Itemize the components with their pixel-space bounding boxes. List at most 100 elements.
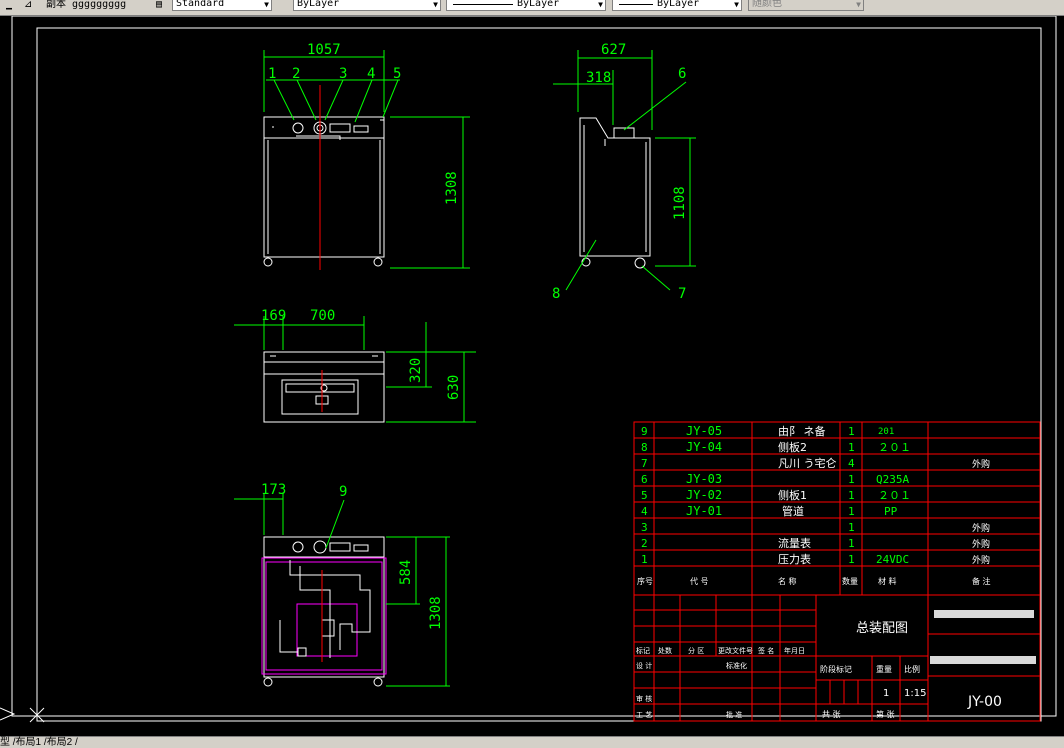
plotstyle-dropdown[interactable]: 随颜色 ▼: [748, 0, 864, 11]
text-style-dropdown[interactable]: Standard ▼: [172, 0, 272, 11]
balloon-2: 2: [292, 66, 300, 82]
chevron-down-icon: ▼: [856, 0, 861, 9]
plotstyle-value: 随颜色: [752, 0, 782, 9]
tb-stage-mark: 阶段标记: [820, 664, 852, 674]
bom-code: JY-02: [686, 488, 722, 502]
bom-code: JY-05: [686, 424, 722, 438]
bom-code: JY-01: [686, 504, 722, 518]
bom-material: ２０１: [878, 489, 911, 502]
bom-qty: 1: [848, 553, 855, 566]
tb-weight: 重量: [876, 664, 892, 674]
bom-name: 流量表: [778, 536, 811, 550]
bom-code: JY-03: [686, 472, 722, 486]
bom-rows: 9 JY-05 由阝 ネ备 1 201 8 JY-04 侧板2 1 ２０１ 7 …: [641, 424, 990, 566]
chevron-down-icon: ▼: [264, 0, 269, 9]
chevron-down-icon: ▼: [598, 0, 603, 9]
drawing-canvas[interactable]: 1057 1308 1 2 3 4 5 627 318 1108 6 8 7 1…: [0, 16, 1064, 736]
balloon-6: 6: [678, 66, 686, 82]
bom-qty: 1: [848, 425, 855, 438]
bom-qty: 1: [848, 521, 855, 534]
bom-qty: 4: [848, 457, 855, 470]
balloon-7: 7: [678, 286, 686, 302]
bom-header-material: 材 料: [878, 576, 897, 586]
bom-name: 由阝 ネ备: [778, 424, 826, 438]
bom-no: 2: [641, 537, 648, 550]
bom-header-code: 代 号: [690, 576, 709, 586]
layer-icon[interactable]: ⊿: [24, 0, 32, 13]
side-view-dims: [553, 50, 696, 291]
tb-change-doc: 更改文件号: [718, 646, 753, 655]
bom-name: 侧板1: [778, 488, 807, 502]
dim-front-width: 1057: [307, 42, 341, 58]
tb-qty-value: 1: [883, 688, 889, 699]
bom-no: 3: [641, 521, 648, 534]
dim-side-offset: 318: [586, 70, 611, 86]
dim-front-height: 1308: [444, 171, 460, 205]
bom-header: 序号 代 号 名 称 数量 材 料 备 注: [637, 576, 991, 586]
lineweight-value: ByLayer: [657, 0, 700, 9]
title-text-blurred: [934, 610, 1034, 618]
dim-top-offset: 169: [261, 308, 286, 324]
tb-standard: 标准化: [726, 661, 747, 670]
balloon-4: 4: [367, 66, 375, 82]
text-style-icon[interactable]: ▤: [156, 0, 162, 13]
tb-zone: 分 区: [688, 646, 704, 655]
layout-tab-labels[interactable]: 型 /布局1 /布局2 /: [0, 737, 78, 748]
bom-qty: 1: [848, 473, 855, 486]
sheet-border-outer: [11, 16, 1057, 717]
bom-no: 7: [641, 457, 648, 470]
layer-name-text: 副本 ggggggggg: [46, 0, 127, 10]
bom-material: Q235A: [876, 473, 909, 486]
layout-tabs: 型 /布局1 /布局2 /: [0, 736, 1064, 748]
chevron-down-icon: ▼: [734, 0, 739, 9]
bom-material: ２０１: [878, 441, 911, 454]
top-view: [263, 351, 385, 423]
tb-count: 处数: [658, 646, 672, 655]
dim-side-height: 1108: [672, 186, 688, 220]
lineweight-dropdown[interactable]: ByLayer ▼: [612, 0, 742, 11]
tb-sign: 签 名: [758, 646, 774, 655]
bom-note: 外购: [972, 554, 990, 566]
drawing-name: 总装配图: [856, 621, 908, 636]
chevron-down-icon: ▼: [433, 0, 438, 9]
bom-qty: 1: [848, 441, 855, 454]
balloon-9: 9: [339, 484, 347, 500]
dim-sec-height-1: 584: [398, 560, 414, 585]
balloon-3: 3: [339, 66, 347, 82]
dim-top-width: 700: [310, 308, 335, 324]
sheet-border-inner: [36, 27, 1042, 722]
bom-code: JY-04: [686, 440, 722, 454]
bom-no: 9: [641, 425, 648, 438]
color-dropdown[interactable]: ByLayer ▼: [293, 0, 441, 11]
balloon-1: 1: [268, 66, 276, 82]
bom-no: 5: [641, 489, 648, 502]
side-view: [579, 117, 651, 269]
layer-state-icon[interactable]: ▁: [6, 0, 12, 13]
bom-no: 8: [641, 441, 648, 454]
bom-no: 4: [641, 505, 648, 518]
front-view-dims: [263, 50, 470, 269]
tb-review: 审 核: [636, 694, 652, 703]
bom-material: 24VDC: [876, 553, 909, 566]
title-text-blurred: [930, 656, 1036, 664]
tb-design: 设 计: [636, 661, 652, 670]
dim-top-depth-1: 320: [408, 358, 424, 383]
dim-side-width: 627: [601, 42, 626, 58]
balloon-8: 8: [552, 286, 560, 302]
properties-toolbar: ▁ ⊿ 副本 ggggggggg ▤ Standard ▼ ByLayer ▼ …: [0, 0, 1064, 16]
tb-scale-label: 比例: [904, 664, 920, 674]
tb-scale-value: 1:15: [904, 688, 926, 699]
tb-date: 年月日: [784, 646, 805, 655]
dim-sec-offset: 173: [261, 482, 286, 498]
drawing-number: JY-00: [967, 694, 1002, 710]
bom-name: 管道: [782, 504, 804, 518]
bom-qty: 1: [848, 489, 855, 502]
line-sample: [619, 4, 653, 5]
dim-top-depth-2: 630: [446, 375, 462, 400]
bom-name: 凡川 う宅仑: [778, 456, 837, 470]
bom-material: 201: [878, 427, 894, 437]
title-block-labels: 标记 处数 分 区 更改文件号 签 名 年月日 设 计 标准化 审 核 工 艺 …: [636, 646, 920, 719]
bom-qty: 1: [848, 537, 855, 550]
bom-note: 外购: [972, 538, 990, 550]
linetype-dropdown[interactable]: ByLayer ▼: [446, 0, 606, 11]
